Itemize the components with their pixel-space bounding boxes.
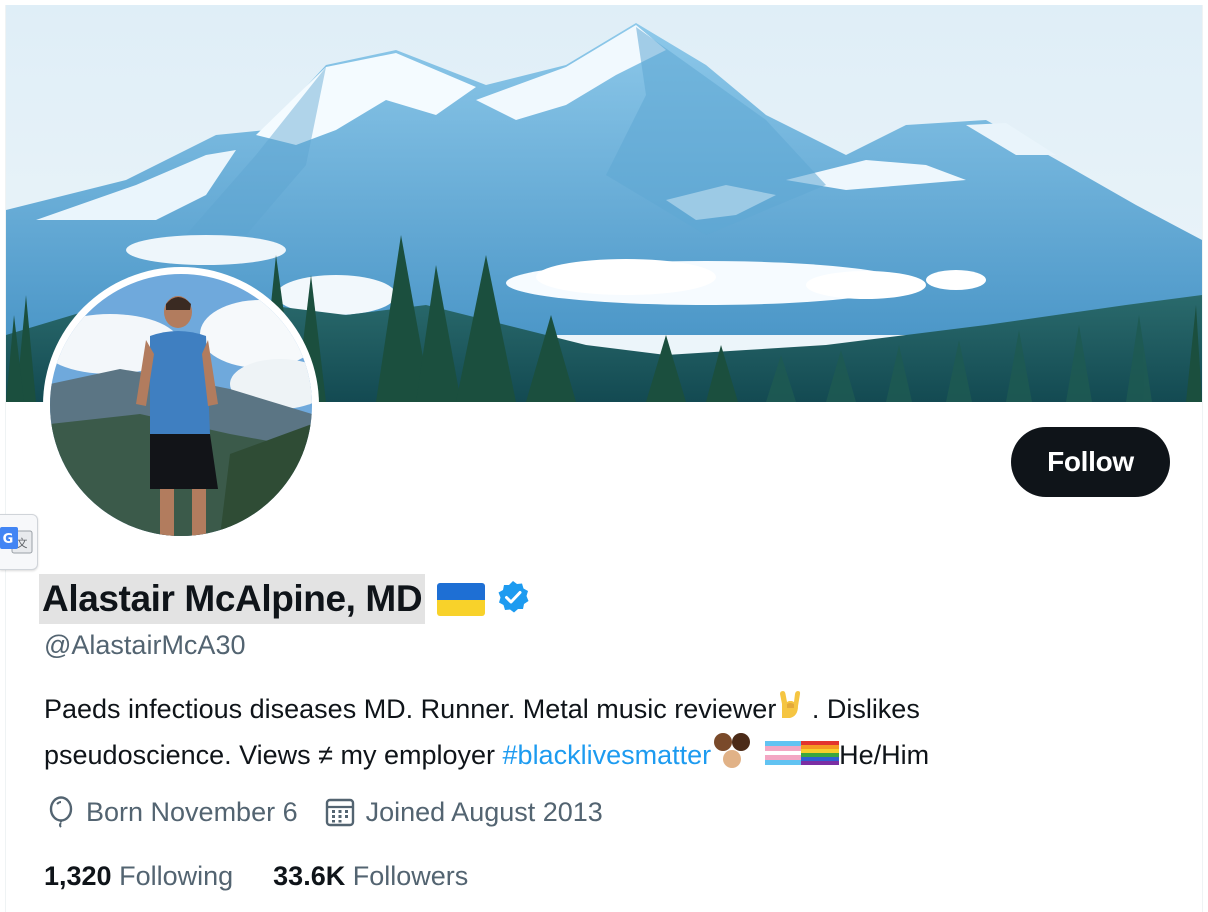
raised-fists-emoji-icon bbox=[711, 732, 755, 782]
google-translate-widget[interactable]: 文 G bbox=[0, 514, 38, 570]
hashtag-link[interactable]: #blacklivesmatter bbox=[503, 740, 712, 770]
bio-text-1b: . Dislikes bbox=[804, 694, 920, 724]
svg-text:文: 文 bbox=[17, 536, 28, 550]
birthday-text: Born November 6 bbox=[86, 797, 298, 827]
bio-text-1: Paeds infectious diseases MD. Runner. Me… bbox=[44, 694, 777, 724]
svg-text:G: G bbox=[3, 532, 14, 547]
ukraine-flag-icon bbox=[437, 582, 486, 616]
follow-button[interactable]: Follow bbox=[1011, 427, 1170, 497]
bio-text-2: pseudoscience. Views ≠ my employer bbox=[44, 740, 503, 770]
joined-text: Joined August 2013 bbox=[365, 797, 603, 827]
profile-card: Follow Alastair McAlpine, MD @AlastairMc… bbox=[5, 5, 1203, 912]
following-link[interactable]: 1,320 Following bbox=[44, 856, 233, 896]
google-translate-icon: 文 G bbox=[0, 527, 33, 554]
avatar-photo bbox=[50, 274, 312, 536]
following-label: Following bbox=[119, 861, 234, 891]
joined-item: Joined August 2013 bbox=[324, 792, 603, 832]
calendar-icon bbox=[325, 798, 354, 827]
rainbow-flag-icon bbox=[801, 736, 840, 777]
follow-stats: 1,320 Following 33.6K Followers bbox=[44, 856, 508, 896]
verified-badge-icon[interactable] bbox=[495, 579, 531, 620]
profile-handle: @AlastairMcA30 bbox=[44, 630, 246, 660]
birthday-item: Born November 6 bbox=[46, 792, 298, 832]
bio-pronouns: He/Him bbox=[839, 740, 930, 770]
display-name: Alastair McAlpine, MD bbox=[39, 574, 426, 624]
balloon-icon bbox=[49, 796, 73, 828]
rock-hand-emoji-icon bbox=[776, 690, 804, 732]
name-row: Alastair McAlpine, MD bbox=[39, 574, 531, 624]
profile-avatar[interactable] bbox=[43, 267, 319, 543]
bio-line-1: Paeds infectious diseases MD. Runner. Me… bbox=[44, 689, 1144, 732]
bio-line-2: pseudoscience. Views ≠ my employer #blac… bbox=[44, 732, 1144, 782]
followers-link[interactable]: 33.6K Followers bbox=[273, 856, 468, 896]
profile-bio: Paeds infectious diseases MD. Runner. Me… bbox=[44, 689, 1144, 782]
following-count: 1,320 bbox=[44, 861, 112, 891]
followers-label: Followers bbox=[352, 861, 469, 891]
followers-count: 33.6K bbox=[273, 861, 346, 891]
transgender-flag-icon bbox=[765, 736, 802, 777]
profile-meta: Born November 6 Joined August 2013 bbox=[46, 792, 629, 832]
